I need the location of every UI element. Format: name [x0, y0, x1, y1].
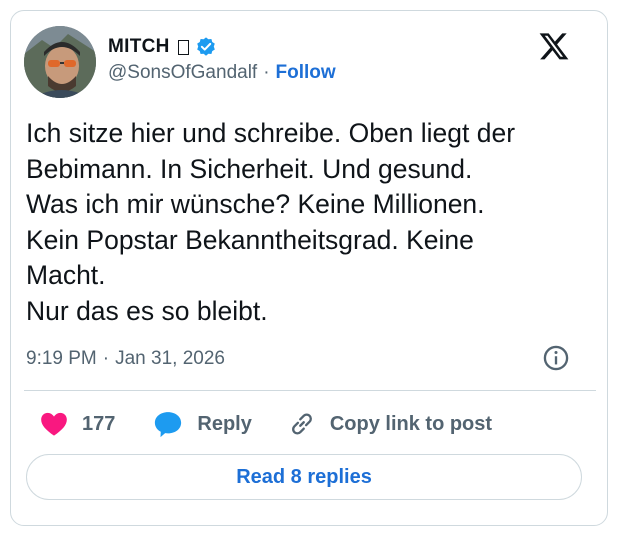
like-count: 177: [82, 412, 116, 435]
x-logo-icon[interactable]: [538, 30, 570, 62]
copy-link-button[interactable]: Copy link to post: [288, 410, 492, 438]
divider: [24, 390, 596, 391]
verified-badge-icon: [196, 37, 215, 56]
reply-label: Reply: [197, 412, 252, 435]
tweet-timestamp[interactable]: 9:19 PM · Jan 31, 2026: [26, 348, 225, 370]
read-replies-button[interactable]: Read 8 replies: [26, 454, 582, 500]
timestamp-separator: ·: [102, 348, 110, 369]
author-handle[interactable]: @SonsOfGandalf: [108, 62, 257, 84]
tweet-time: 9:19 PM: [26, 348, 97, 369]
reply-bubble-icon: [155, 412, 182, 438]
tweet-actions: 177 Reply Copy link to post: [26, 410, 492, 438]
reply-button[interactable]: Reply: [153, 410, 252, 438]
flag-emoji-icon: [177, 39, 189, 55]
tweet-text: Ich sitze hier und schreibe. Oben liegt …: [26, 118, 516, 326]
avatar-image: [24, 26, 96, 98]
author-name-row: MITCH: [108, 36, 217, 58]
avatar[interactable]: [24, 26, 96, 98]
follow-button[interactable]: Follow: [276, 62, 336, 84]
author-handle-row: @SonsOfGandalf · Follow: [108, 62, 336, 84]
info-icon[interactable]: [542, 344, 570, 372]
tweet-date: Jan 31, 2026: [115, 348, 225, 369]
copy-link-label: Copy link to post: [329, 412, 493, 435]
heart-icon: [41, 412, 67, 436]
like-button[interactable]: 177: [40, 411, 115, 437]
separator-dot: ·: [263, 62, 270, 83]
read-replies-label: Read 8 replies: [236, 465, 372, 488]
author-display-name[interactable]: MITCH: [108, 36, 170, 58]
link-icon: [291, 413, 312, 435]
